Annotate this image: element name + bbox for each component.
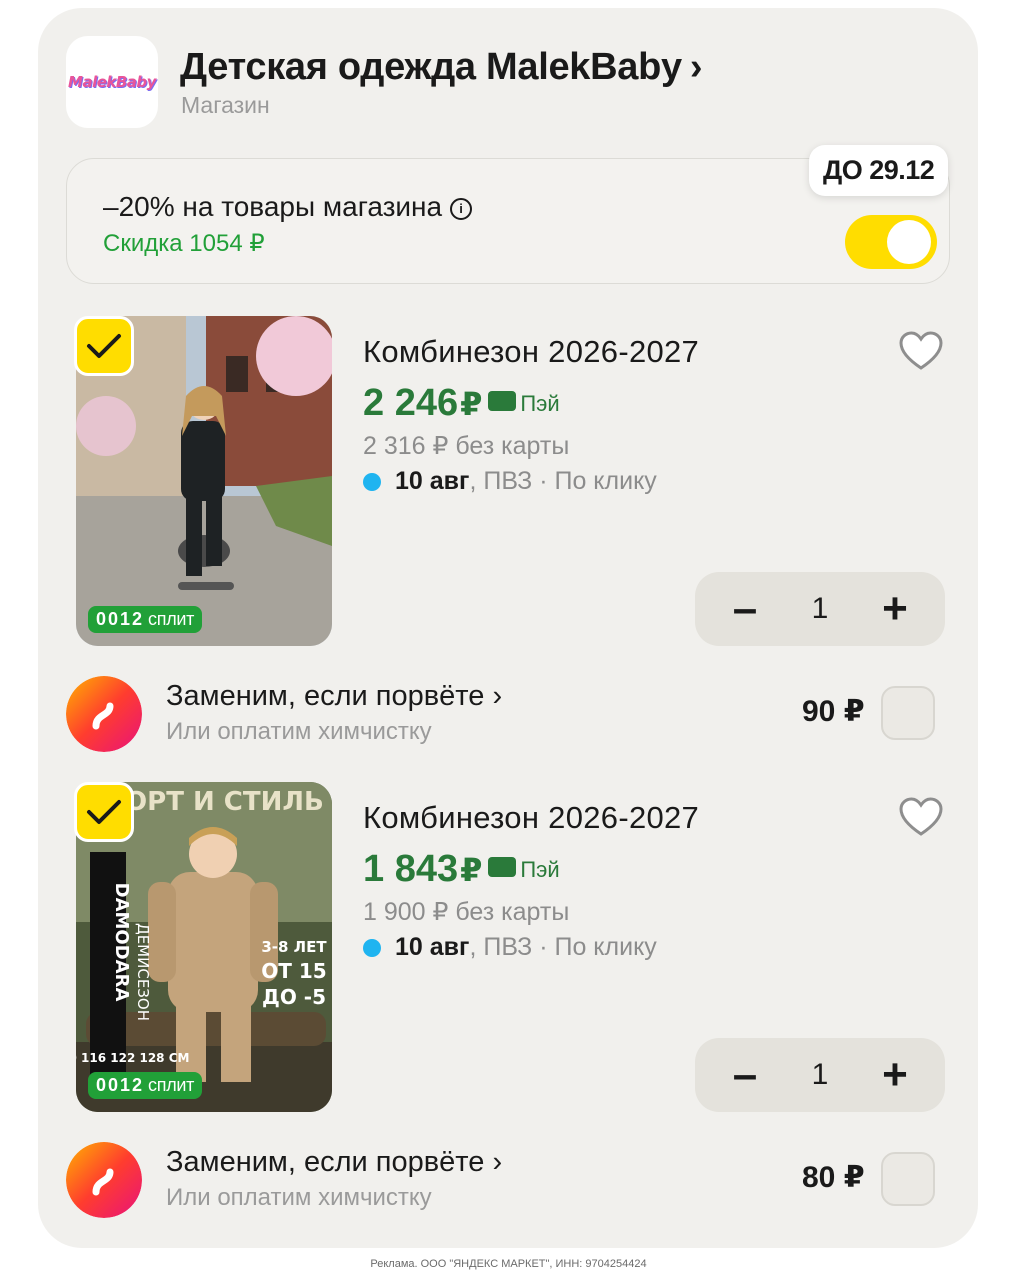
promo-card: –20% на товары магазина i Скидка 1054 ₽ Д… [66, 145, 950, 284]
insurance-offer: Заменим, если порвёте › Или оплатим химч… [38, 676, 978, 756]
increase-button[interactable]: + [875, 1053, 915, 1097]
delivery-dot-icon [363, 938, 381, 957]
decrease-button[interactable]: – [725, 1053, 765, 1097]
card-icon [488, 391, 517, 411]
insurance-logo-icon [66, 676, 142, 752]
pay-label: Пэй [520, 857, 560, 882]
product-price: 1 843₽ Пэй [363, 848, 560, 891]
store-title: Детская одежда MalekBaby [180, 46, 682, 88]
heart-icon[interactable] [898, 330, 944, 377]
delivery-info: 10 авг, ПВЗ · По клику [363, 933, 657, 962]
insurance-price: 90 ₽ [802, 695, 865, 728]
quantity-value: 1 [811, 1058, 829, 1091]
info-icon[interactable]: i [450, 198, 473, 220]
price-value: 1 843 [363, 848, 459, 890]
promo-title-text: –20% на товары магазина [103, 191, 443, 222]
increase-button[interactable]: + [875, 587, 915, 631]
item-select-checkbox[interactable] [74, 316, 134, 376]
price-currency: ₽ [460, 852, 483, 888]
chevron-right-icon: › [689, 46, 703, 88]
split-label: сплит [148, 609, 195, 629]
insurance-subtitle: Или оплатим химчистку [166, 1184, 432, 1211]
promo-deadline-badge: ДО 29.12 [809, 145, 949, 196]
heart-icon[interactable] [898, 796, 944, 843]
delivery-details: , ПВЗ · По клику [469, 933, 657, 961]
quantity-value: 1 [811, 592, 829, 625]
insurance-title-link[interactable]: Заменим, если порвёте › [166, 680, 502, 713]
insurance-title-link[interactable]: Заменим, если порвёте › [166, 1146, 502, 1179]
promo-toggle[interactable] [845, 215, 937, 269]
store-logo-text: MalekBaby [68, 73, 156, 91]
price-without-card: 1 900 ₽ без карты [363, 898, 570, 926]
pay-label: Пэй [520, 391, 560, 416]
insurance-checkbox[interactable] [881, 686, 935, 740]
delivery-date: 10 авг [395, 467, 470, 495]
price-value: 2 246 [363, 382, 459, 424]
split-digits: 0012 [96, 609, 145, 629]
chevron-right-icon: › [492, 1146, 503, 1178]
price-currency: ₽ [460, 386, 483, 422]
cart-item: СПОРТ И СТИЛЬ DAMODARA 104 110 116 122 1… [38, 782, 978, 1252]
cart-item: 0012 сплит Комбинезон 2026-2027 2 246₽ Пэй… [38, 316, 978, 786]
insurance-subtitle: Или оплатим химчистку [166, 718, 432, 745]
promo-discount: Скидка 1054 ₽ [103, 230, 265, 257]
delivery-details: , ПВЗ · По клику [469, 467, 657, 495]
photo-temp-to-text: ДО -5 [262, 985, 326, 1009]
promo-title[interactable]: –20% на товары магазина i [103, 191, 473, 223]
chevron-right-icon: › [492, 680, 503, 712]
insurance-title: Заменим, если порвёте [166, 1146, 485, 1178]
insurance-price: 80 ₽ [802, 1161, 865, 1194]
card-icon [488, 857, 517, 877]
price-without-card: 2 316 ₽ без карты [363, 432, 570, 460]
store-title-link[interactable]: Детская одежда MalekBaby › [180, 46, 703, 89]
delivery-date: 10 авг [395, 933, 470, 961]
product-title[interactable]: Комбинезон 2026-2027 [363, 334, 699, 370]
ad-disclaimer: Реклама. ООО "ЯНДЕКС МАРКЕТ", ИНН: 97042… [370, 1258, 647, 1270]
photo-age-text: 3-8 ЛЕТ [261, 938, 327, 956]
insurance-title: Заменим, если порвёте [166, 680, 485, 712]
quantity-stepper: – 1 + [695, 572, 945, 646]
delivery-dot-icon [363, 472, 381, 491]
split-digits: 0012 [96, 1075, 145, 1095]
insurance-checkbox[interactable] [881, 1152, 935, 1206]
split-badge: 0012 сплит [88, 606, 203, 633]
photo-brand-text: DAMODARA [111, 883, 132, 1002]
insurance-logo-icon [66, 1142, 142, 1218]
store-cart-card: MalekBaby Детская одежда MalekBaby › Мага… [38, 8, 978, 1248]
toggle-knob [887, 220, 931, 264]
checkmark-icon [87, 334, 121, 358]
quantity-stepper: – 1 + [695, 1038, 945, 1112]
insurance-offer: Заменим, если порвёте › Или оплатим химч… [38, 1142, 978, 1222]
item-select-checkbox[interactable] [74, 782, 134, 842]
photo-season-text: ДЕМИСЕЗОН [134, 923, 152, 1021]
split-badge: 0012 сплит [88, 1072, 203, 1099]
store-logo[interactable]: MalekBaby [66, 36, 158, 128]
photo-temp-from-text: ОТ 15 [261, 959, 326, 983]
split-label: сплит [148, 1075, 195, 1095]
photo-sizes-text: 104 110 116 122 128 СМ [76, 1051, 189, 1065]
product-price: 2 246₽ Пэй [363, 382, 560, 425]
delivery-info: 10 авг, ПВЗ · По клику [363, 467, 657, 496]
decrease-button[interactable]: – [725, 587, 765, 631]
store-subtitle: Магазин [181, 92, 270, 118]
product-title[interactable]: Комбинезон 2026-2027 [363, 800, 699, 836]
checkmark-icon [87, 800, 121, 824]
